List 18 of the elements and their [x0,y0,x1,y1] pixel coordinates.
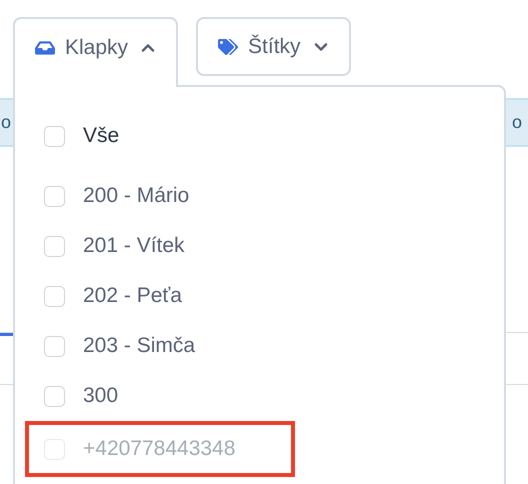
checkbox[interactable] [44,186,65,206]
dropdown-button[interactable]: Štítky [196,17,351,76]
column-heading: o [512,112,522,133]
checkbox[interactable] [44,286,65,306]
dropdown-option[interactable]: 201 - Vítek [25,221,295,271]
checkbox[interactable] [44,336,65,356]
checkbox[interactable] [44,236,65,256]
column-heading: o [1,112,12,133]
dropdown-option[interactable]: 202 - Peťa [25,271,295,321]
tags-icon [218,36,238,56]
dropdown-option[interactable]: 200 - Mário [25,171,295,221]
dropdown-option[interactable]: 300 [25,371,295,421]
active-underline [0,333,14,336]
dropdown-button[interactable]: Klapky [13,17,178,87]
dropdown-option[interactable]: Vše [25,111,295,161]
checkbox[interactable] [44,386,65,406]
dropdown-option[interactable]: 203 - Simča [25,321,295,371]
checkbox[interactable] [44,126,65,146]
